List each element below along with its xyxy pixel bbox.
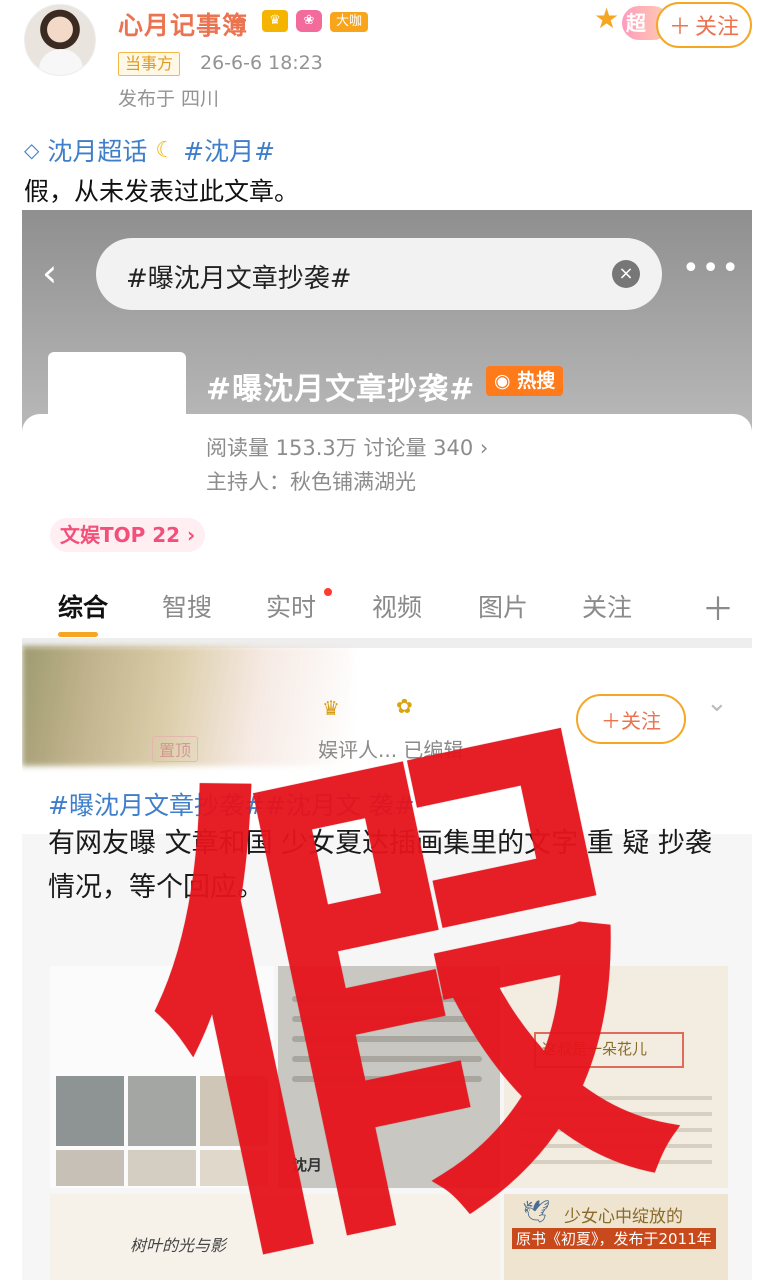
topic-host: 主持人：秋色铺满湖光 [206, 470, 416, 494]
tab-comprehensive: 综合 [58, 593, 109, 622]
crown-badge-icon: ♛ [262, 10, 288, 32]
follow-label: 关注 [695, 15, 740, 40]
photo [56, 1076, 124, 1146]
author-name[interactable]: 心月记事簿 [118, 6, 248, 42]
avatar[interactable] [24, 4, 96, 76]
chevron-down-icon: ⌄ [706, 688, 728, 718]
topic-title: #曝沈月文章抄袭# [206, 372, 476, 407]
back-icon: ‹ [42, 251, 58, 295]
fake-stamp: 假 [94, 663, 706, 1280]
photo [56, 1150, 124, 1186]
tab-bar: 综合 智搜 实时 视频 图片 关注 ＋ [22, 574, 752, 637]
plus-icon: ＋ [668, 15, 691, 40]
search-text: #曝沈月文章抄袭# [126, 264, 352, 294]
party-tag: 当事方 [118, 52, 181, 76]
star-icon: ★ [594, 2, 620, 35]
search-bar: #曝沈月文章抄袭# × [96, 238, 662, 310]
clear-icon: × [612, 260, 640, 288]
active-tab-indicator [58, 632, 98, 637]
diamond-icon: ◇ [24, 138, 40, 162]
moon-icon: ☾ [155, 137, 176, 163]
big-shot-badge: 大咖 [330, 12, 369, 32]
add-tab-icon: ＋ [702, 590, 735, 628]
hot-search-tag: ◉ 热搜 [486, 366, 564, 396]
tab-video: 视频 [372, 593, 423, 622]
post-time: 26-6-6 18:23 [200, 52, 323, 74]
tab-images: 图片 [478, 593, 529, 622]
thumb-text-lines [54, 358, 180, 418]
more-icon: ••• [682, 251, 742, 286]
member-badge-icon: ❀ [296, 10, 322, 32]
rank-chip: 文娱TOP 22 › [50, 518, 206, 552]
tab-follow: 关注 [582, 593, 633, 622]
hot-label: 热搜 [517, 370, 556, 392]
super-topic-link[interactable]: 沈月超话 [47, 132, 147, 168]
topic-link[interactable]: #沈月# [183, 132, 275, 168]
tab-smart-search: 智搜 [162, 593, 213, 622]
post-header: 心月记事簿 ♛ ❀ 大咖 ★ 超 ＋ 关注 当事方 26-6-6 18:23 发… [0, 0, 774, 115]
realtime-dot [324, 588, 332, 596]
topic-stats: 阅读量 153.3万 讨论量 340 › [206, 436, 489, 460]
follow-button[interactable]: ＋ 关注 [656, 2, 752, 48]
post-location: 发布于 四川 [118, 88, 220, 110]
topic-line: ◇ 沈月超话 ☾ #沈月# [24, 132, 275, 168]
post-body: 假，从未发表过此文章。 [24, 177, 300, 206]
hot-icon: ◉ [494, 370, 511, 392]
tab-realtime: 实时 [266, 593, 317, 622]
